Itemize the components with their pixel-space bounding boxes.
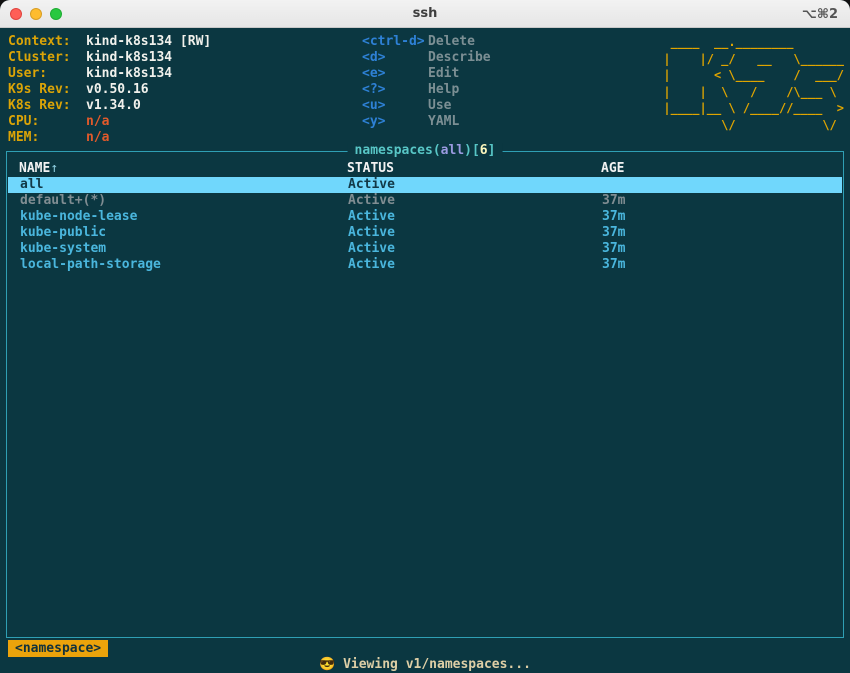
column-header-name[interactable]: NAME↑ — [19, 161, 58, 177]
cell-age: 37m — [602, 193, 625, 209]
cluster-info: Context: kind-k8s134 [RW] Cluster: kind-… — [8, 34, 211, 146]
table-rows: all Active default+(*) Active 37m kube-n… — [8, 177, 842, 273]
table-row-default[interactable]: default+(*) Active 37m — [8, 193, 842, 209]
namespaces-panel: namespaces(all)[6] NAME↑ STATUS AGE all … — [6, 151, 844, 638]
window-shortcut-badge: ⌥⌘2 — [802, 0, 838, 28]
info-value: v0.50.16 — [86, 82, 149, 98]
cell-name: kube-node-lease — [20, 209, 137, 225]
table-header: NAME↑ STATUS AGE — [7, 161, 843, 177]
info-row-k9s-rev: K9s Rev: v0.50.16 — [8, 82, 211, 98]
panel-title-prefix: namespaces( — [355, 143, 441, 158]
cell-age: 37m — [602, 209, 625, 225]
panel-title-count: 6 — [480, 143, 488, 158]
hotkey-action: Edit — [428, 66, 459, 82]
hotkey-menu: <ctrl-d> Delete <d> Describe <e> Edit <?… — [362, 34, 491, 130]
hotkey-use: <u> Use — [362, 98, 491, 114]
cell-status: Active — [348, 225, 395, 241]
table-row-all[interactable]: all Active — [8, 177, 842, 193]
hotkey-edit: <e> Edit — [362, 66, 491, 82]
info-value: n/a — [86, 130, 109, 146]
info-label: Cluster: — [8, 50, 86, 66]
panel-title-mid: )[ — [464, 143, 480, 158]
panel-title: namespaces(all)[6] — [348, 143, 503, 159]
zoom-button[interactable] — [50, 8, 62, 20]
hotkey-key: <y> — [362, 114, 428, 130]
info-row-k8s-rev: K8s Rev: v1.34.0 — [8, 98, 211, 114]
cell-name: all — [20, 177, 43, 193]
sort-ascending-icon: ↑ — [50, 161, 58, 176]
info-label: K9s Rev: — [8, 82, 86, 98]
info-row-cpu: CPU: n/a — [8, 114, 211, 130]
cell-name: kube-system — [20, 241, 106, 257]
sunglasses-emoji-icon: 😎 — [319, 657, 335, 672]
hotkey-help: <?> Help — [362, 82, 491, 98]
cell-status: Active — [348, 193, 395, 209]
hotkey-key: <?> — [362, 82, 428, 98]
hotkey-action: YAML — [428, 114, 459, 130]
table-row-local-path-storage[interactable]: local-path-storage Active 37m — [8, 257, 842, 273]
panel-title-scope: all — [441, 143, 464, 158]
logo-line: |____|__ \ /____//____ > — [663, 100, 844, 117]
logo-line: | |/ _/ __ \______ — [663, 51, 844, 68]
info-value: kind-k8s134 — [86, 50, 172, 66]
k9s-ascii-logo: ____ __.________ | |/ _/ __ \______| < \… — [663, 34, 844, 133]
hotkey-key: <ctrl-d> — [362, 34, 428, 50]
info-row-mem: MEM: n/a — [8, 130, 211, 146]
close-button[interactable] — [10, 8, 22, 20]
hotkey-yaml: <y> YAML — [362, 114, 491, 130]
cell-name: local-path-storage — [20, 257, 161, 273]
traffic-lights — [10, 0, 62, 28]
hotkey-delete: <ctrl-d> Delete — [362, 34, 491, 50]
logo-line: | < \____ / ___/ — [663, 67, 844, 84]
logo-line: \/ \/ — [663, 117, 844, 134]
info-label: User: — [8, 66, 86, 82]
cell-name: kube-public — [20, 225, 106, 241]
cell-age: 37m — [602, 241, 625, 257]
info-value: kind-k8s134 [RW] — [86, 34, 211, 50]
hotkey-action: Describe — [428, 50, 491, 66]
window-title: ssh — [0, 6, 850, 21]
cell-status: Active — [348, 177, 395, 193]
info-value: n/a — [86, 114, 109, 130]
hotkey-key: <e> — [362, 66, 428, 82]
info-label: Context: — [8, 34, 86, 50]
status-line: 😎 Viewing v1/namespaces... — [0, 657, 850, 673]
cell-age: 37m — [602, 225, 625, 241]
cell-age: 37m — [602, 257, 625, 273]
info-row-user: User: kind-k8s134 — [8, 66, 211, 82]
cell-status: Active — [348, 257, 395, 273]
cell-status: Active — [348, 241, 395, 257]
hotkey-action: Help — [428, 82, 459, 98]
info-label: CPU: — [8, 114, 86, 130]
info-row-context: Context: kind-k8s134 [RW] — [8, 34, 211, 50]
hotkey-action: Delete — [428, 34, 475, 50]
hotkey-key: <u> — [362, 98, 428, 114]
info-value: v1.34.0 — [86, 98, 141, 114]
column-header-age[interactable]: AGE — [601, 161, 624, 177]
table-row-kube-public[interactable]: kube-public Active 37m — [8, 225, 842, 241]
minimize-button[interactable] — [30, 8, 42, 20]
titlebar: ssh ⌥⌘2 — [0, 0, 850, 28]
table-row-kube-node-lease[interactable]: kube-node-lease Active 37m — [8, 209, 842, 225]
hotkey-key: <d> — [362, 50, 428, 66]
info-label: K8s Rev: — [8, 98, 86, 114]
column-header-status[interactable]: STATUS — [347, 161, 394, 177]
hotkey-describe: <d> Describe — [362, 50, 491, 66]
cell-name: default+(*) — [20, 193, 106, 209]
hotkey-action: Use — [428, 98, 451, 114]
logo-line: ____ __.________ — [663, 34, 844, 51]
cell-status: Active — [348, 209, 395, 225]
panel-title-suffix: ] — [488, 143, 496, 158]
logo-line: | | \ / /\___ \ — [663, 84, 844, 101]
info-row-cluster: Cluster: kind-k8s134 — [8, 50, 211, 66]
info-label: MEM: — [8, 130, 86, 146]
status-text: Viewing v1/namespaces... — [335, 657, 531, 672]
table-row-kube-system[interactable]: kube-system Active 37m — [8, 241, 842, 257]
breadcrumb-namespace[interactable]: <namespace> — [8, 640, 108, 657]
terminal-window: ssh ⌥⌘2 Context: kind-k8s134 [RW] Cluste… — [0, 0, 850, 673]
info-value: kind-k8s134 — [86, 66, 172, 82]
terminal-content: Context: kind-k8s134 [RW] Cluster: kind-… — [0, 28, 850, 673]
